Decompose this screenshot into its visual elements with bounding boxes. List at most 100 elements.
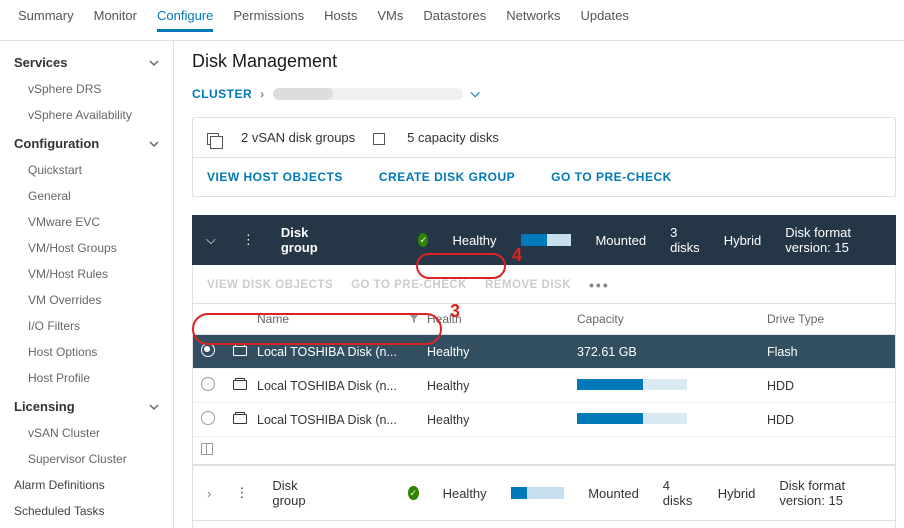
tab-configure[interactable]: Configure [157, 8, 213, 32]
summary-panel: 2 vSAN disk groups 5 capacity disks VIEW… [192, 117, 896, 197]
annotation-circle-3 [192, 313, 442, 345]
chevron-down-icon [149, 402, 159, 412]
sidebar-item-host-options[interactable]: Host Options [0, 339, 173, 365]
disk-group-icon [207, 130, 223, 145]
sidebar-item-vsan-cluster[interactable]: vSAN Cluster [0, 420, 173, 446]
main-content: Disk Management CLUSTER › ⌵ 2 vSAN disk … [174, 41, 904, 528]
disk-name: Local TOSHIBA Disk (n... [257, 379, 427, 393]
capacity-disks-count: 5 capacity disks [407, 130, 499, 145]
tab-vms[interactable]: VMs [377, 8, 403, 32]
sidebar-section-label: Licensing [14, 399, 75, 414]
sidebar-item-vmhost-rules[interactable]: VM/Host Rules [0, 261, 173, 287]
sidebar-item-host-profile[interactable]: Host Profile [0, 365, 173, 391]
format-version: Disk format version: 15 [785, 225, 882, 255]
disk-capacity: 372.61 GB [577, 345, 767, 359]
go-to-precheck-button: GO TO PRE-CHECK [351, 279, 467, 291]
tab-datastores[interactable]: Datastores [423, 8, 486, 32]
ineligible-row[interactable]: › Ineligible and unclaimed 1 disk [192, 521, 896, 528]
disk-group-label: Disk group [281, 225, 330, 255]
tab-summary[interactable]: Summary [18, 8, 74, 32]
sidebar-section-label: Services [14, 55, 68, 70]
usage-bar [511, 487, 565, 499]
table-row[interactable]: Local TOSHIBA Disk (n... Healthy HDD [193, 403, 895, 437]
disk-health: Healthy [427, 379, 577, 393]
annotation-label-4: 4 [512, 245, 522, 266]
sidebar-section-configuration[interactable]: Configuration [0, 128, 173, 157]
sidebar-item-quickstart[interactable]: Quickstart [0, 157, 173, 183]
tab-permissions[interactable]: Permissions [233, 8, 304, 32]
panel-actions: VIEW HOST OBJECTS CREATE DISK GROUP GO T… [193, 158, 895, 196]
disks-count: 4 disks [663, 478, 694, 508]
sidebar: Services vSphere DRS vSphere Availabilit… [0, 41, 174, 528]
disk-icon [233, 380, 247, 390]
health-ok-icon: ✓ [408, 486, 419, 500]
disk-icon [233, 414, 247, 424]
sidebar-section-services[interactable]: Services [0, 47, 173, 76]
sidebar-item-supervisor-cluster[interactable]: Supervisor Cluster [0, 446, 173, 472]
table-row[interactable]: Local TOSHIBA Disk (n... Healthy HDD [193, 369, 895, 403]
mode-text: Hybrid [724, 233, 762, 248]
radio-icon[interactable] [201, 343, 215, 357]
more-actions-icon[interactable]: ⋮ [235, 485, 248, 501]
disk-capacity [577, 379, 767, 393]
health-text: Healthy [452, 233, 496, 248]
sidebar-item-io-filters[interactable]: I/O Filters [0, 313, 173, 339]
view-host-objects-link[interactable]: VIEW HOST OBJECTS [207, 170, 343, 184]
sidebar-section-licensing[interactable]: Licensing [0, 391, 173, 420]
capacity-disk-icon [373, 130, 389, 145]
format-version: Disk format version: 15 [779, 478, 881, 508]
disk-group-summary-row[interactable]: › ⋮ Disk group ✓ Healthy Mounted 4 disks… [192, 466, 896, 521]
sidebar-section-label: Configuration [14, 136, 99, 151]
col-capacity[interactable]: Capacity [577, 312, 767, 326]
disk-name: Local TOSHIBA Disk (n... [257, 413, 427, 427]
sidebar-item-vm-overrides[interactable]: VM Overrides [0, 287, 173, 313]
mode-text: Hybrid [718, 486, 756, 501]
disk-type: HDD [767, 379, 887, 393]
view-disk-objects-button: VIEW DISK OBJECTS [207, 279, 333, 291]
breadcrumb-current-redacted [273, 88, 463, 100]
tab-updates[interactable]: Updates [580, 8, 628, 32]
health-text: Healthy [443, 486, 487, 501]
disk-type: Flash [767, 345, 887, 359]
annotation-circle-4 [416, 253, 506, 279]
tab-hosts[interactable]: Hosts [324, 8, 357, 32]
sidebar-item-alarm-definitions[interactable]: Alarm Definitions [0, 472, 173, 498]
more-actions-icon[interactable]: ••• [589, 277, 610, 293]
disk-group-header: ⌵ ⋮ Disk group ✓ Healthy Mounted 3 disks… [192, 215, 896, 265]
tab-networks[interactable]: Networks [506, 8, 560, 32]
mounted-text: Mounted [588, 486, 639, 501]
tab-monitor[interactable]: Monitor [94, 8, 137, 32]
go-to-precheck-link[interactable]: GO TO PRE-CHECK [551, 170, 672, 184]
column-toggle[interactable] [193, 437, 895, 465]
create-disk-group-link[interactable]: CREATE DISK GROUP [379, 170, 515, 184]
chevron-down-icon [149, 58, 159, 68]
radio-icon[interactable] [201, 411, 215, 425]
disk-capacity [577, 413, 767, 427]
sidebar-item-vsphere-availability[interactable]: vSphere Availability [0, 102, 173, 128]
breadcrumb[interactable]: CLUSTER › ⌵ [192, 86, 904, 101]
more-actions-icon[interactable]: ⋮ [240, 232, 257, 248]
disk-toolbar: VIEW DISK OBJECTS GO TO PRE-CHECK REMOVE… [192, 265, 896, 303]
col-drive-type[interactable]: Drive Type [767, 312, 887, 326]
disk-type: HDD [767, 413, 887, 427]
chevron-right-icon[interactable]: › [207, 486, 211, 501]
sidebar-item-scheduled-tasks[interactable]: Scheduled Tasks [0, 498, 173, 524]
radio-icon[interactable] [201, 377, 215, 391]
sidebar-item-general[interactable]: General [0, 183, 173, 209]
chevron-down-icon[interactable]: ⌵ [471, 86, 481, 101]
sidebar-item-vmware-evc[interactable]: VMware EVC [0, 209, 173, 235]
chevron-down-icon [149, 139, 159, 149]
sidebar-section-cluster-services[interactable]: vSphere Cluster Services [0, 524, 173, 528]
row-label: Disk group [272, 478, 320, 508]
chevron-right-icon: › [260, 87, 265, 101]
disks-count: 3 disks [670, 225, 700, 255]
disk-icon [233, 346, 247, 356]
sidebar-item-vsphere-drs[interactable]: vSphere DRS [0, 76, 173, 102]
health-ok-icon: ✓ [418, 233, 428, 247]
chevron-down-icon[interactable]: ⌵ [206, 232, 216, 248]
sidebar-item-vmhost-groups[interactable]: VM/Host Groups [0, 235, 173, 261]
usage-bar [521, 234, 572, 246]
page-title: Disk Management [192, 51, 904, 72]
mounted-text: Mounted [595, 233, 646, 248]
breadcrumb-root: CLUSTER [192, 87, 252, 101]
